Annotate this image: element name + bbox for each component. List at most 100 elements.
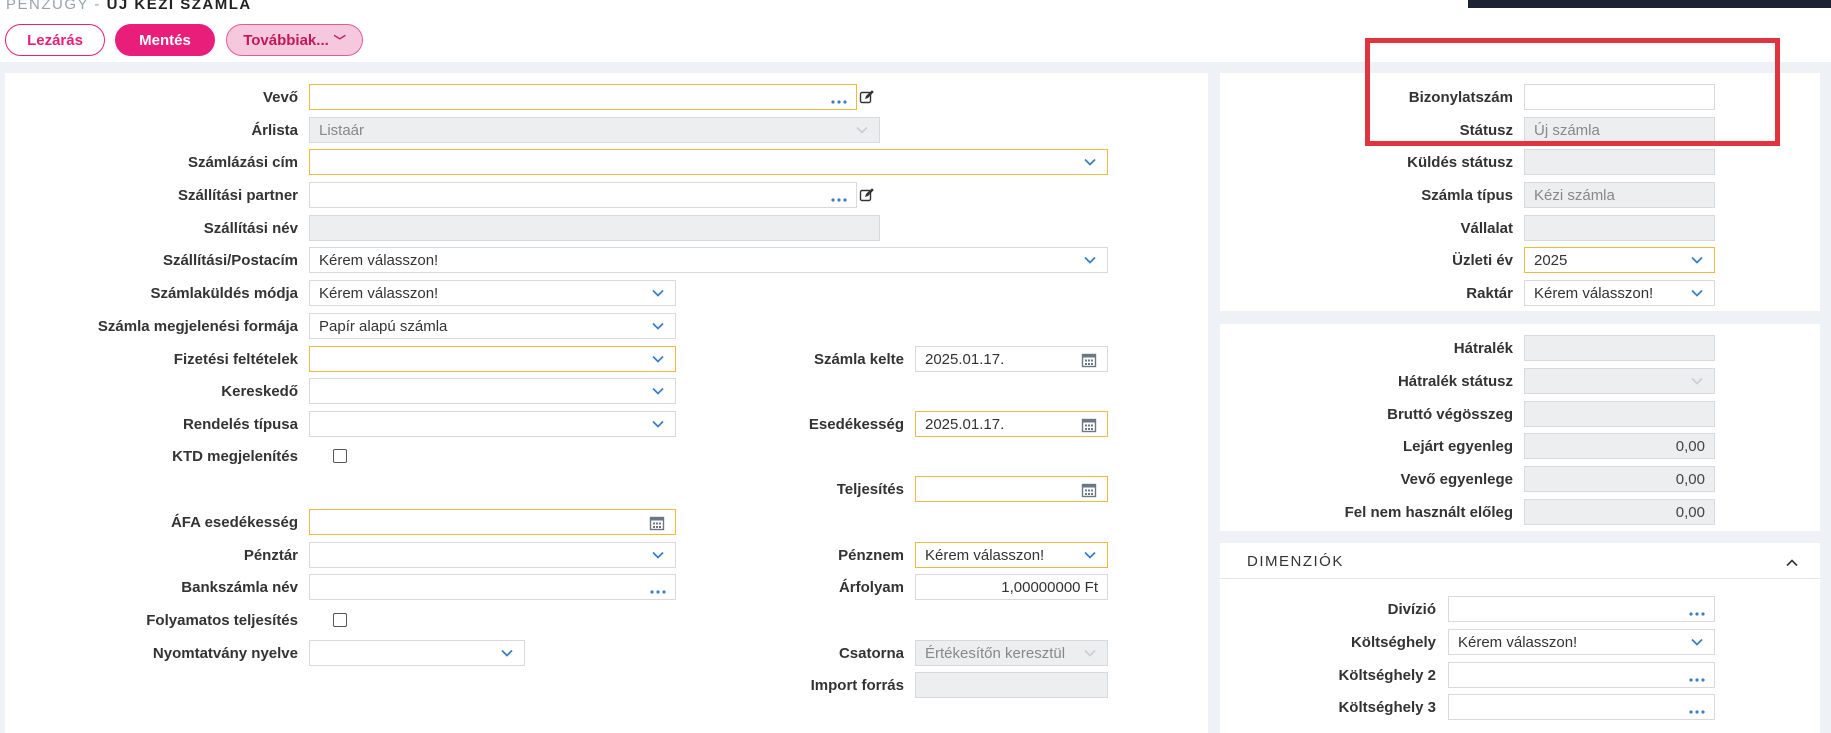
fiscal-year-select[interactable]: 2025	[1524, 247, 1715, 273]
shipping-postal-label: Szállítási/Postacím	[162, 252, 298, 269]
cash-register-label: Pénztár	[243, 547, 298, 564]
vat-due-field[interactable]	[309, 509, 676, 535]
unused-advance-field: 0,00	[1524, 499, 1715, 525]
shipping-postal-value: Kérem válasszon!	[319, 251, 439, 269]
cost-center-2-label: Költséghely 2	[1338, 667, 1436, 684]
calendar-icon[interactable]	[1081, 352, 1097, 368]
cost-center-2-field[interactable]	[1448, 662, 1715, 688]
warehouse-label: Raktár	[1466, 285, 1513, 302]
lookup-dots-icon[interactable]	[1688, 709, 1706, 715]
chevron-down-icon	[651, 352, 665, 366]
continuous-fulfillment-checkbox[interactable]	[333, 613, 347, 627]
payment-terms-label: Fizetési feltételek	[173, 351, 298, 368]
send-mode-select[interactable]: Kérem válasszon!	[309, 280, 676, 306]
billing-address-select[interactable]	[309, 149, 1108, 175]
lookup-dots-icon[interactable]	[830, 197, 848, 203]
bank-account-field[interactable]	[309, 574, 676, 600]
unused-advance-label: Fel nem használt előleg	[1344, 504, 1513, 521]
calendar-icon[interactable]	[1081, 482, 1097, 498]
shipping-partner-field[interactable]	[309, 182, 857, 208]
invoice-date-value: 2025.01.17.	[925, 350, 1005, 368]
chevron-down-icon	[651, 384, 665, 398]
chevron-down-icon: ﹀	[333, 33, 346, 48]
channel-select: Értékesítőn keresztül	[915, 640, 1108, 666]
shipping-postal-select[interactable]: Kérem válasszon!	[309, 247, 1108, 273]
display-form-select[interactable]: Papír alapú számla	[309, 313, 676, 339]
chevron-down-icon	[651, 417, 665, 431]
lookup-dots-icon[interactable]	[830, 99, 848, 105]
order-type-label: Rendelés típusa	[182, 416, 298, 433]
fulfillment-label: Teljesítés	[836, 481, 904, 498]
send-mode-label: Számlaküldés módja	[150, 285, 298, 302]
chevron-down-icon	[1690, 286, 1704, 300]
exchange-rate-label: Árfolyam	[838, 579, 904, 596]
collapse-chevron-icon[interactable]	[1785, 556, 1799, 570]
price-list-label: Árlista	[251, 122, 298, 139]
import-source-label: Import forrás	[810, 677, 904, 694]
chevron-down-icon	[1083, 253, 1097, 267]
arrears-field	[1524, 335, 1715, 361]
chevron-down-icon	[651, 286, 665, 300]
unused-advance-value: 0,00	[1675, 503, 1705, 521]
edit-icon[interactable]	[859, 89, 875, 105]
due-date-value: 2025.01.17.	[925, 415, 1005, 433]
channel-value: Értékesítőn keresztül	[925, 644, 1066, 662]
calendar-icon[interactable]	[1081, 417, 1097, 433]
lookup-dots-icon[interactable]	[1688, 677, 1706, 683]
chevron-down-icon	[1690, 253, 1704, 267]
exchange-rate-field[interactable]: 1,00000000 Ft	[915, 574, 1108, 600]
print-language-select[interactable]	[309, 640, 525, 666]
more-button-label: Továbbiak...	[243, 31, 329, 49]
calendar-icon[interactable]	[649, 515, 665, 531]
lookup-dots-icon[interactable]	[1688, 611, 1706, 617]
dimensions-title: DIMENZIÓK	[1247, 553, 1344, 570]
invoice-date-field[interactable]: 2025.01.17.	[915, 346, 1108, 372]
currency-label: Pénznem	[838, 547, 904, 564]
order-type-select[interactable]	[309, 411, 676, 437]
save-button[interactable]: Mentés	[115, 24, 215, 56]
page-title: ÚJ KÉZI SZÁMLA	[106, 0, 252, 13]
fulfillment-field[interactable]	[915, 476, 1108, 502]
chevron-down-icon	[1083, 548, 1097, 562]
warehouse-select[interactable]: Kérem válasszon!	[1524, 280, 1715, 306]
currency-value: Kérem válasszon!	[925, 546, 1045, 564]
payment-terms-select[interactable]	[309, 346, 676, 372]
breadcrumb-module[interactable]: PÉNZÜGY -	[6, 0, 101, 13]
more-button[interactable]: Továbbiak... ﹀	[226, 24, 363, 56]
send-status-label: Küldés státusz	[1407, 154, 1513, 171]
highlight-rectangle	[1365, 38, 1780, 146]
buyer-field[interactable]	[309, 84, 857, 110]
close-button[interactable]: Lezárás	[5, 24, 105, 56]
shipping-name-field	[309, 215, 880, 241]
section-divider	[1220, 578, 1820, 579]
ktd-display-label: KTD megjelenítés	[172, 448, 298, 465]
chevron-down-icon	[1083, 155, 1097, 169]
chevron-down-icon	[1083, 646, 1097, 660]
billing-address-label: Számlázási cím	[187, 154, 298, 171]
shipping-name-label: Szállítási név	[203, 220, 298, 237]
send-mode-value: Kérem válasszon!	[319, 284, 439, 302]
channel-label: Csatorna	[838, 645, 904, 662]
buyer-balance-label: Vevő egyenlege	[1400, 471, 1513, 488]
salesperson-select[interactable]	[309, 378, 676, 404]
cost-center-select[interactable]: Kérem válasszon!	[1448, 629, 1715, 655]
arrears-label: Hátralék	[1453, 340, 1513, 357]
cost-center-3-field[interactable]	[1448, 694, 1715, 720]
invoice-type-label: Számla típus	[1421, 187, 1513, 204]
ktd-display-checkbox[interactable]	[333, 449, 347, 463]
currency-select[interactable]: Kérem válasszon!	[915, 542, 1108, 568]
company-field	[1524, 215, 1715, 241]
due-date-field[interactable]: 2025.01.17.	[915, 411, 1108, 437]
overdue-balance-field: 0,00	[1524, 433, 1715, 459]
display-form-label: Számla megjelenési formája	[97, 318, 298, 335]
shipping-partner-label: Szállítási partner	[177, 187, 298, 204]
company-label: Vállalat	[1460, 220, 1513, 237]
cash-register-select[interactable]	[309, 542, 676, 568]
lookup-dots-icon[interactable]	[649, 589, 667, 595]
buyer-balance-value: 0,00	[1675, 470, 1705, 488]
salesperson-label: Kereskedő	[221, 383, 298, 400]
bank-account-label: Bankszámla név	[181, 579, 298, 596]
print-language-label: Nyomtatvány nyelve	[152, 645, 298, 662]
edit-icon[interactable]	[859, 187, 875, 203]
division-field[interactable]	[1448, 596, 1715, 622]
